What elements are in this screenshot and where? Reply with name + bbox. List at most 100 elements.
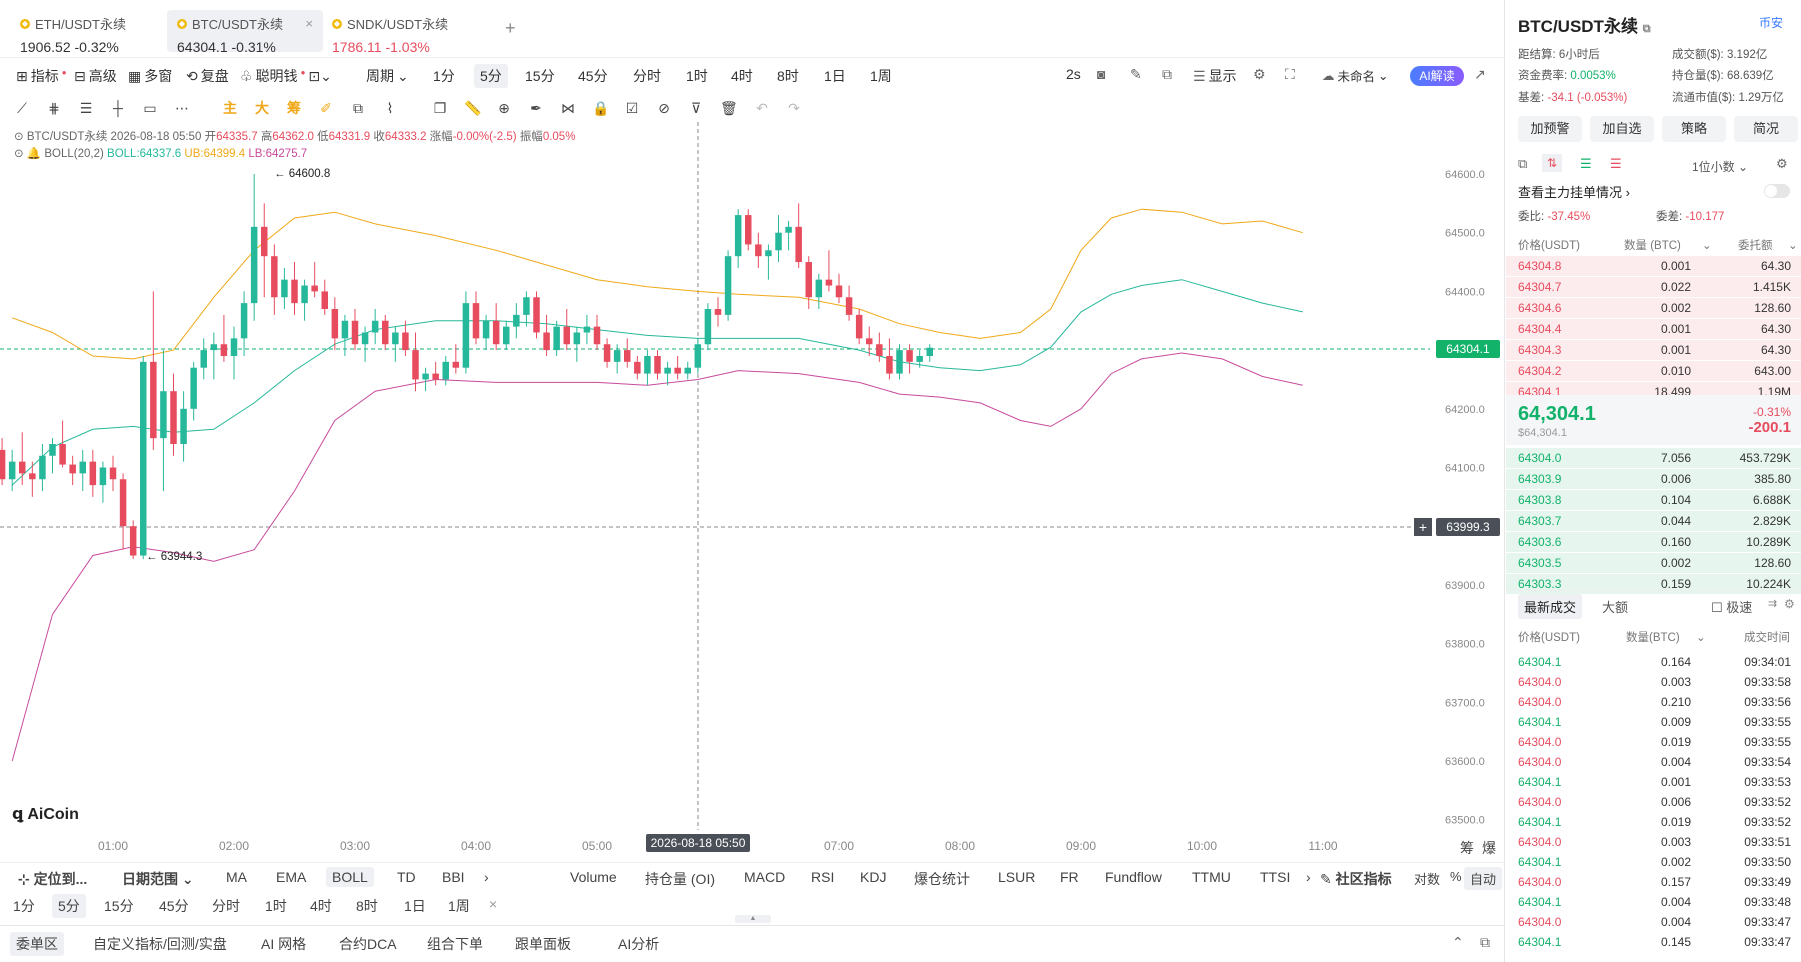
tab-contract-dca[interactable]: 合约DCA [339, 934, 397, 954]
sub-lsur[interactable]: LSUR [998, 869, 1035, 885]
camera-icon[interactable]: ◙ [1097, 66, 1105, 82]
period-45m[interactable]: 45分 [578, 66, 608, 86]
layout-dropdown[interactable]: ☁ 未命名 ⌄ [1322, 66, 1389, 85]
period-1h[interactable]: 1时 [686, 66, 708, 86]
period-45m[interactable]: 45分 [159, 896, 189, 916]
popout-icon[interactable]: ⧉ [1480, 934, 1490, 951]
advanced-button[interactable]: ⊟ 高级 [74, 66, 117, 86]
ai-interpret-button[interactable]: AI解读 [1410, 66, 1464, 86]
indicator-boll[interactable]: BOLL [326, 867, 374, 887]
settings-icon[interactable]: ⚙ [1784, 597, 1795, 611]
period-4h[interactable]: 4时 [731, 66, 753, 86]
auto-toggle[interactable]: 自动 [1464, 867, 1503, 890]
share-icon[interactable]: ↗ [1474, 66, 1486, 83]
indicators-button[interactable]: ⊞ 指标 ● [16, 66, 67, 86]
period-15m[interactable]: 15分 [104, 896, 134, 916]
big-order-icon[interactable]: 大 [254, 100, 270, 116]
chevron-right-icon[interactable]: › [1306, 869, 1311, 885]
trend-line-icon[interactable]: ⟋ [14, 100, 30, 116]
bid-row[interactable]: 64303.8 0.104 6.688K [1506, 490, 1801, 510]
ruler-icon[interactable]: 📏 [464, 100, 481, 116]
replay-button[interactable]: ⟲ 复盘 [186, 66, 229, 86]
ask-row[interactable]: 64304.6 0.002 128.60 [1506, 298, 1801, 318]
settings-icon[interactable]: ⚙ [1253, 66, 1266, 83]
filter-icon[interactable]: ⇉ [1768, 597, 1777, 610]
tab-sndk[interactable]: ◆ SNDK/USDT永续 1786.11 -1.03% [322, 10, 482, 55]
period-timeline[interactable]: 分时 [633, 66, 661, 86]
sub-ttsi[interactable]: TTSI [1260, 869, 1290, 885]
chevron-up-icon[interactable]: ⌃ [1452, 934, 1464, 951]
liquidation-button[interactable]: 爆 [1482, 838, 1496, 858]
tab-eth[interactable]: ◆ ETH/USDT永续 1906.52 -0.32% [10, 10, 160, 55]
copy-icon[interactable]: ⧉ [350, 100, 366, 116]
multi-window-button[interactable]: ▦ 多窗 [128, 66, 172, 86]
indicator-bbi[interactable]: BBI [442, 869, 465, 885]
sub-rsi[interactable]: RSI [811, 869, 834, 885]
period-8h[interactable]: 8时 [356, 896, 378, 916]
both-sides-icon[interactable]: ⇅ [1542, 154, 1562, 172]
period-4h[interactable]: 4时 [310, 896, 332, 916]
overview-button[interactable]: 简况 [1734, 116, 1798, 142]
external-icon[interactable]: ⧉ [1518, 156, 1527, 172]
period-1w[interactable]: 1周 [870, 66, 892, 86]
ask-row[interactable]: 64304.8 0.001 64.30 [1506, 256, 1801, 276]
ask-row[interactable]: 64304.3 0.001 64.30 [1506, 340, 1801, 360]
add-alert-icon[interactable]: + [1414, 518, 1432, 536]
redo-icon[interactable]: ↷ [786, 100, 802, 116]
bid-row[interactable]: 64303.5 0.002 128.60 [1506, 553, 1801, 573]
decimals-dropdown[interactable]: 1位小数 ⌄ [1692, 158, 1748, 175]
period-dropdown[interactable]: 周期 ⌄ [366, 66, 409, 86]
sub-fundflow[interactable]: Fundflow [1105, 869, 1162, 885]
indicator-td[interactable]: TD [397, 869, 416, 885]
ray-icon[interactable]: ┼ [110, 100, 126, 116]
sub-fr[interactable]: FR [1060, 869, 1079, 885]
bid-row[interactable]: 64304.0 7.056 453.729K [1506, 448, 1801, 468]
period-8h[interactable]: 8时 [777, 66, 799, 86]
clone-icon[interactable]: ❐ [432, 100, 448, 116]
sub-kdj[interactable]: KDJ [860, 869, 886, 885]
period-15m[interactable]: 15分 [525, 66, 555, 86]
bid-row[interactable]: 64303.7 0.044 2.829K [1506, 511, 1801, 531]
sub-oi[interactable]: 持仓量 (OI) [645, 869, 715, 889]
tab-order-area[interactable]: 委单区 [10, 932, 64, 956]
period-1d[interactable]: 1日 [824, 66, 846, 86]
bids-only-icon[interactable]: ☰ [1580, 156, 1592, 172]
edit-icon[interactable]: ☑ [624, 100, 640, 116]
community-indicators-button[interactable]: ✎ 社区指标 [1320, 869, 1392, 889]
period-timeline[interactable]: 分时 [212, 896, 240, 916]
bid-row[interactable]: 64303.9 0.006 385.80 [1506, 469, 1801, 489]
tab-combo-order[interactable]: 组合下单 [427, 934, 483, 954]
indicator-ma[interactable]: MA [226, 869, 247, 885]
period-5m[interactable]: 5分 [474, 64, 508, 88]
tab-ai-analysis[interactable]: AI分析 [618, 934, 659, 954]
period-1m[interactable]: 1分 [433, 66, 455, 86]
tab-ai-grid[interactable]: AI 网格 [261, 934, 306, 954]
settings-icon[interactable]: ⚙ [1776, 156, 1788, 172]
tab-latest-trades[interactable]: 最新成交 [1518, 594, 1583, 619]
filter-icon[interactable]: ⊽ [688, 100, 704, 116]
indicator-ema[interactable]: EMA [276, 869, 306, 885]
undo-icon[interactable]: ↶ [754, 100, 770, 116]
ask-row[interactable]: 64304.2 0.010 643.00 [1506, 361, 1801, 381]
chip-icon[interactable]: 筹 [286, 100, 302, 116]
date-range-dropdown[interactable]: 日期范围 ⌄ [122, 869, 194, 889]
chip-button[interactable]: 筹 [1460, 838, 1474, 858]
parallel-lines-icon[interactable]: ⋕ [46, 100, 62, 116]
bid-row[interactable]: 64303.6 0.160 10.289K [1506, 532, 1801, 552]
copy-icon[interactable]: ⧉ [1643, 23, 1651, 35]
horizontal-lines-icon[interactable]: ☰ [78, 100, 94, 116]
trash-icon[interactable]: 🗑 [720, 100, 738, 116]
zoom-icon[interactable]: ⊕ [496, 100, 512, 116]
candlestick-chart[interactable]: 64600.064500.064400.064300.064200.064100… [0, 122, 1505, 857]
brush-icon[interactable]: ⌇ [382, 100, 398, 116]
percent-toggle[interactable]: % [1450, 869, 1462, 884]
close-periods-button[interactable]: × [489, 896, 497, 912]
bid-row[interactable]: 64303.3 0.159 10.224K [1506, 574, 1801, 594]
period-1w[interactable]: 1周 [448, 896, 470, 916]
add-tab-button[interactable]: + [505, 18, 516, 39]
main-orders-toggle[interactable] [1764, 184, 1790, 198]
marker-icon[interactable]: ✒ [528, 100, 544, 116]
fast-mode-checkbox[interactable]: ☐ 极速 [1711, 597, 1752, 616]
tab-large-trades[interactable]: 大额 [1602, 597, 1628, 616]
period-1h[interactable]: 1时 [265, 896, 287, 916]
